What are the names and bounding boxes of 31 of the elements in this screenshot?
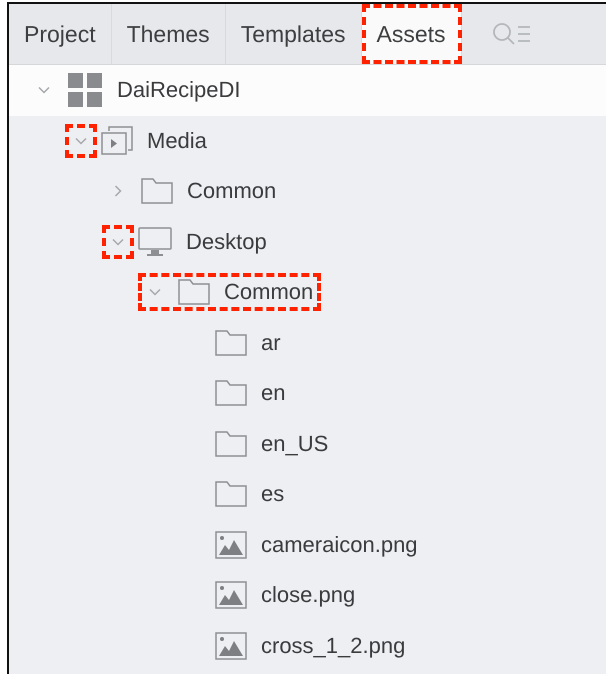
tree-item[interactable]: Media <box>147 128 207 154</box>
image-icon <box>215 530 247 559</box>
image-icon <box>215 581 247 610</box>
folder-icon <box>215 430 247 457</box>
tree-item[interactable]: es <box>261 481 284 508</box>
folder-icon <box>215 380 247 406</box>
monitor-icon <box>138 226 172 257</box>
tree-item[interactable]: en <box>261 380 286 406</box>
folder-icon <box>178 279 210 306</box>
tree-item[interactable]: ar <box>261 330 281 356</box>
tree-item[interactable]: cross_1_2.png <box>261 632 406 659</box>
folder-icon <box>141 178 173 204</box>
image-icon <box>215 632 247 660</box>
tree-item[interactable]: Desktop <box>186 228 267 255</box>
menu-icon[interactable] <box>518 24 530 44</box>
media-icon <box>101 126 133 156</box>
tree-item[interactable]: close.png <box>261 582 356 608</box>
search-icon[interactable] <box>492 22 516 46</box>
chevron-down-icon[interactable] <box>102 224 134 259</box>
tab[interactable]: Themes <box>112 4 226 64</box>
tree-item[interactable]: en_US <box>261 430 328 457</box>
tab[interactable]: Assets <box>362 4 462 64</box>
tree-item[interactable]: DaiRecipeDI <box>117 77 240 104</box>
grid-icon <box>67 72 103 108</box>
folder-icon <box>215 481 247 508</box>
chevron-down-icon[interactable] <box>65 124 97 158</box>
folder-icon <box>215 330 247 356</box>
tree-item[interactable]: Common <box>187 178 276 204</box>
tab[interactable]: Project <box>9 4 112 64</box>
tree-item[interactable]: cameraicon.png <box>261 532 418 558</box>
tree-item[interactable]: Common <box>224 279 314 306</box>
